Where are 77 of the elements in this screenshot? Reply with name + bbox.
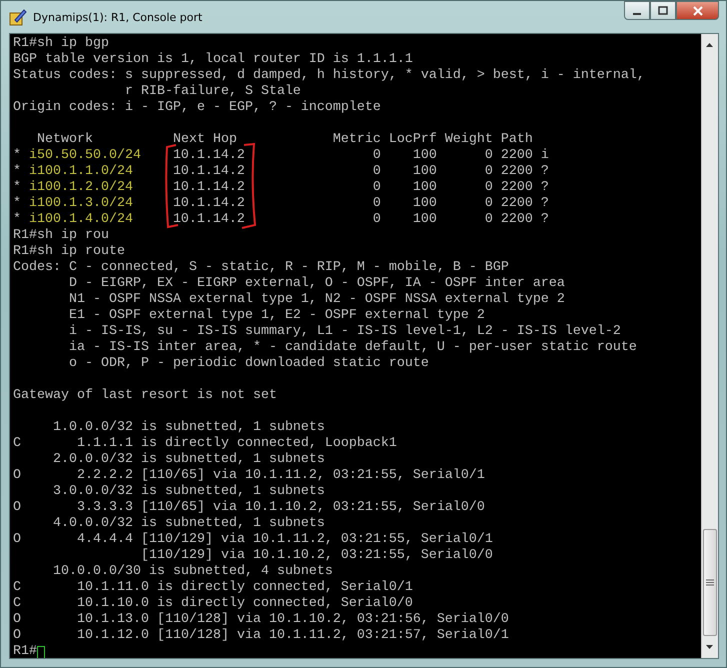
console-line: 3.0.0.0/32 is subnetted, 1 subnets: [52, 484, 325, 500]
next-hop-cell: 10.1.14.2: [172, 164, 245, 180]
console-line: O 10.1.12.0 [110/128] via 10.1.11.2, 03:21:57, Serial0/1: [13, 628, 509, 644]
console-line: N1 - OSPF NSSA external type 1, N2 - OSPF NSSA external type 2: [68, 292, 565, 308]
as-path-cell: 2200 ?: [500, 196, 549, 212]
console-line: R1#sh ip bgp: [13, 36, 109, 52]
as-path-cell: 2200 ?: [500, 180, 549, 196]
local-pref-cell-text: 100: [412, 212, 437, 228]
as-path-cell: 2200 ?: [500, 212, 549, 228]
metric-cell-text: 0: [372, 196, 381, 212]
console-line: O 4.4.4.4 [110/129] via 10.1.11.2, 03:21:55, Serial0/1: [13, 532, 493, 548]
text-cursor: [37, 646, 45, 658]
metric-cell-text: 0: [372, 212, 381, 228]
window-title: Dynamips(1): R1, Console port: [33, 10, 202, 24]
console-line: E1 - OSPF external type 1, E2 - OSPF external type 2: [68, 308, 485, 324]
weight-cell-text: 0: [484, 164, 493, 180]
console-line: 2.0.0.0/32 is subnetted, 1 subnets: [52, 452, 325, 468]
network-cell-text: i100.1.2.0/24: [28, 180, 134, 196]
console-line: Codes: C - connected, S - static, R - RIP, M - mobile, B - BGP: [13, 260, 509, 276]
maximize-button[interactable]: [650, 1, 676, 20]
local-pref-cell-text: 100: [412, 180, 437, 196]
close-icon: [692, 6, 704, 16]
as-path-cell: 2200 i: [500, 148, 549, 164]
console-line: 4.0.0.0/32 is subnetted, 1 subnets: [52, 516, 325, 532]
metric-cell-text: 0: [372, 164, 381, 180]
network-cell-text: i50.50.50.0/24: [28, 148, 142, 164]
console-line: [110/129] via 10.1.10.2, 03:21:55, Serial0/0: [140, 548, 493, 564]
console-line: R1#sh ip route: [13, 244, 125, 260]
console-line: Network Next Hop Metric LocPrf Weight Path: [36, 132, 533, 148]
weight-cell-text: 0: [484, 212, 493, 228]
console-line: O 10.1.13.0 [110/128] via 10.1.10.2, 03:21:56, Serial0/0: [13, 612, 509, 628]
local-pref-cell-text: 100: [412, 164, 437, 180]
console-line: O 2.2.2.2 [110/65] via 10.1.11.2, 03:21:55, Serial0/1: [13, 468, 485, 484]
next-hop-cell: 10.1.14.2: [172, 148, 245, 164]
console-line: R1#sh ip rou: [13, 228, 109, 244]
as-path-cell: 2200 ?: [500, 164, 549, 180]
console-line: BGP table version is 1, local router ID is 1.1.1.1: [13, 52, 413, 68]
status-code-text: *: [13, 148, 22, 164]
maximize-icon: [658, 6, 668, 16]
console-line: 10.0.0.0/30 is subnetted, 4 subnets: [52, 564, 333, 580]
close-button[interactable]: [676, 1, 719, 20]
next-hop-cell: 10.1.14.2: [172, 180, 245, 196]
console-line: Status codes: s suppressed, d damped, h history, * valid, > best, i - internal,: [13, 68, 645, 84]
console-line: ia - IS-IS inter area, * - candidate default, U - per-user static route: [68, 340, 637, 356]
console-line: C 10.1.10.0 is directly connected, Serial0/0: [13, 596, 413, 612]
scroll-thumb[interactable]: [703, 529, 717, 636]
local-pref-cell-text: 100: [412, 196, 437, 212]
console-line: Gateway of last resort is not set: [13, 388, 277, 404]
metric-cell-text: 0: [372, 148, 381, 164]
next-hop-cell: 10.1.14.2: [172, 196, 245, 212]
status-code-text: *: [13, 212, 22, 228]
console-line: Origin codes: i - IGP, e - EGP, ? - incomplete: [13, 100, 381, 116]
local-pref-cell-text: 100: [412, 148, 437, 164]
weight-cell-text: 0: [484, 196, 493, 212]
network-cell-text: i100.1.4.0/24: [28, 212, 134, 228]
status-code-text: *: [13, 196, 22, 212]
console-line: D - EIGRP, EX - EIGRP external, O - OSPF, IA - OSPF inter area: [68, 276, 565, 292]
console-line: 1.0.0.0/32 is subnetted, 1 subnets: [52, 420, 325, 436]
weight-cell-text: 0: [484, 180, 493, 196]
network-cell-text: i100.1.3.0/24: [28, 196, 134, 212]
scrollbar[interactable]: [701, 34, 718, 658]
console-line: C 1.1.1.1 is directly connected, Loopback1: [13, 436, 397, 452]
console-line: o - ODR, P - periodic downloaded static route: [68, 356, 429, 372]
console-line: O 3.3.3.3 [110/65] via 10.1.10.2, 03:21:55, Serial0/0: [13, 500, 485, 516]
console-line: r RIB-failure, S Stale: [124, 84, 301, 100]
weight-cell-text: 0: [484, 148, 493, 164]
console-prompt: R1#: [13, 644, 37, 658]
console-line: i - IS-IS, su - IS-IS summary, L1 - IS-IS level-1, L2 - IS-IS level-2: [68, 324, 621, 340]
console-line: C 10.1.11.0 is directly connected, Serial0/1: [13, 580, 413, 596]
pencil-icon: [9, 8, 27, 26]
metric-cell-text: 0: [372, 180, 381, 196]
minimize-icon: [633, 12, 641, 14]
status-code-text: *: [13, 164, 22, 180]
next-hop-cell: 10.1.14.2: [172, 212, 245, 228]
network-cell-text: i100.1.1.0/24: [28, 164, 134, 180]
minimize-button[interactable]: [624, 1, 650, 20]
status-code-text: *: [13, 180, 22, 196]
